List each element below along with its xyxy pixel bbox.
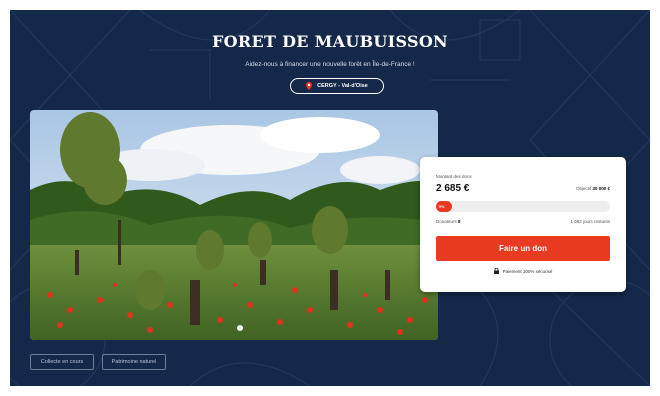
forest-photo <box>30 110 438 340</box>
campaign-hero: FORET DE MAUBUISSON Aidez-nous à finance… <box>10 10 650 386</box>
days-left: 1 092 jours restants <box>570 219 610 224</box>
donors-label: Donateurs <box>436 219 457 224</box>
progress-percent: 9% <box>438 204 445 209</box>
donate-button[interactable]: Faire un don <box>436 236 610 261</box>
location-label: CERGY - Val-d'Oise <box>317 83 368 89</box>
secure-text: Paiement 100% sécurisé <box>502 268 553 274</box>
goal-label: Objectif <box>575 186 592 191</box>
amount-label: Montant des dons <box>436 174 472 179</box>
secure-payment: Paiement 100% sécurisé <box>420 268 626 274</box>
goal: Objectif 30 000 € <box>576 186 610 191</box>
map-pin-icon <box>306 82 313 90</box>
donation-card: Montant des dons 2 685 € Objectif 30 000… <box>420 157 626 292</box>
progress-bar <box>436 201 610 212</box>
tag-collecte[interactable]: Collecte en cours <box>30 354 94 370</box>
location-badge[interactable]: CERGY - Val-d'Oise <box>290 78 384 94</box>
tag-patrimoine[interactable]: Patrimoine naturel <box>102 354 166 370</box>
lock-icon <box>493 268 499 274</box>
donors: Donateurs 8 <box>436 219 461 224</box>
amount-raised: 2 685 € <box>436 183 470 194</box>
donors-count: 8 <box>458 219 461 224</box>
goal-value: 30 000 € <box>592 186 610 191</box>
page-subtitle: Aidez-nous à financer une nouvelle forêt… <box>245 61 415 68</box>
page-title: FORET DE MAUBUISSON <box>212 32 448 51</box>
